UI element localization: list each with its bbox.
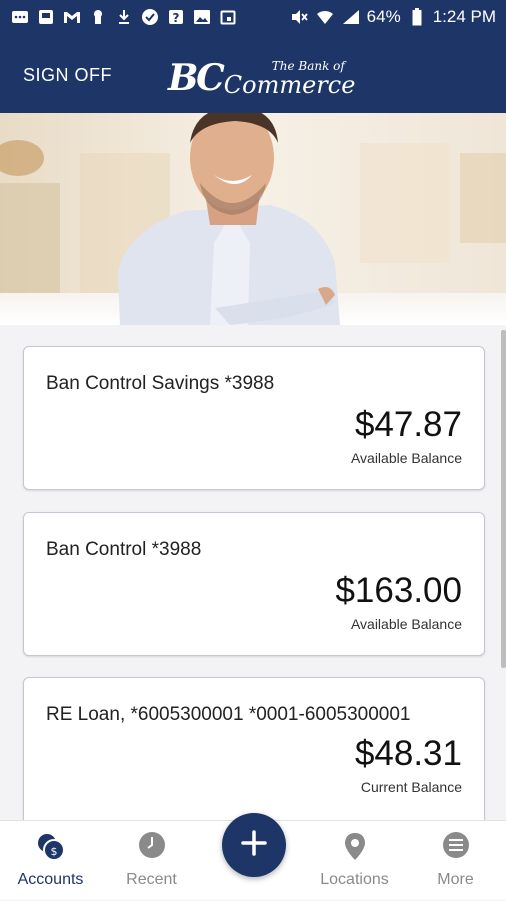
image-icon: [192, 7, 212, 27]
signal-icon: [341, 7, 361, 27]
download-icon: [114, 7, 134, 27]
nav-label: Recent: [126, 871, 177, 888]
sign-off-button[interactable]: SIGN OFF: [23, 65, 112, 86]
accounts-icon: $: [35, 831, 67, 863]
account-name: Ban Control Savings *3988: [46, 373, 275, 394]
scrollbar[interactable]: [501, 330, 506, 668]
location-pin-icon: [339, 831, 371, 863]
menu-icon: [440, 831, 472, 863]
svg-text:?: ?: [173, 11, 180, 25]
clock-icon: [136, 831, 168, 863]
wifi-icon: [315, 7, 335, 27]
account-name: RE Loan, *6005300001 *0001-6005300001: [46, 704, 411, 725]
check-circle-icon: [140, 7, 160, 27]
nav-label: Accounts: [17, 871, 84, 888]
account-balance: $47.87: [354, 405, 462, 444]
balance-label: Available Balance: [350, 616, 462, 632]
account-balance: $163.00: [335, 571, 462, 610]
gmail-icon: [62, 7, 82, 27]
balance-label: Available Balance: [350, 450, 462, 466]
clock-time: 1:24 PM: [432, 7, 496, 26]
help-icon: ?: [166, 7, 186, 27]
app-header: SIGN OFF BC The Bank of Commerce: [0, 34, 506, 113]
svg-text:$: $: [50, 845, 57, 858]
message-icon: [10, 7, 30, 27]
hero-banner-image: [0, 113, 506, 325]
battery-percent: 64%: [366, 7, 401, 26]
account-balance: $48.31: [354, 734, 462, 773]
calendar-icon: [218, 7, 238, 27]
bank-logo: BC The Bank of Commerce: [168, 50, 355, 98]
balance-label: Current Balance: [360, 779, 462, 795]
nav-recent[interactable]: Recent: [101, 821, 202, 901]
nav-label: More: [437, 871, 474, 888]
add-action-button[interactable]: [222, 813, 286, 877]
mute-icon: [289, 7, 309, 27]
battery-icon: [407, 7, 427, 27]
nav-label: Locations: [320, 871, 389, 888]
status-bar: ? 64% 1:24 PM: [0, 0, 506, 34]
plus-icon: [240, 829, 268, 862]
nav-locations[interactable]: Locations: [304, 821, 405, 901]
account-name: Ban Control *3988: [46, 539, 202, 560]
notification-icons: ?: [10, 7, 238, 27]
photo-icon: [36, 7, 56, 27]
nav-more[interactable]: More: [405, 821, 506, 901]
accounts-list: Ban Control Savings *3988 $47.87 Availab…: [0, 325, 506, 820]
account-card[interactable]: Ban Control *3988 $163.00 Available Bala…: [23, 512, 485, 656]
logo-monogram: BC: [168, 57, 225, 99]
nav-accounts[interactable]: $ Accounts: [0, 821, 101, 901]
keyhole-icon: [88, 7, 108, 27]
account-card[interactable]: Ban Control Savings *3988 $47.87 Availab…: [23, 346, 485, 490]
logo-large-text: Commerce: [223, 71, 356, 99]
account-card[interactable]: RE Loan, *6005300001 *0001-6005300001 $4…: [23, 677, 485, 820]
system-status: 64% 1:24 PM: [289, 7, 496, 27]
logo-wordmark: The Bank of Commerce: [224, 60, 356, 98]
